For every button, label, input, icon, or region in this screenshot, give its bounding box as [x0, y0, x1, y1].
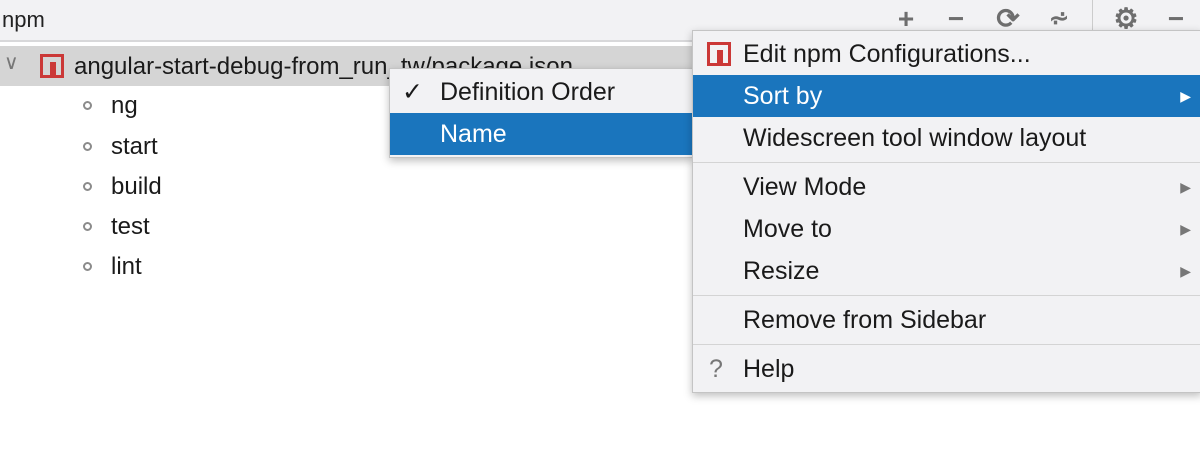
menu-item-widescreen[interactable]: Widescreen tool window layout — [693, 117, 1200, 159]
toolbar-divider — [1092, 0, 1093, 32]
submenu-arrow-icon: ▶ — [1180, 263, 1191, 279]
submenu-arrow-icon: ▶ — [1180, 179, 1191, 195]
menu-item-definition-order[interactable]: ✓ Definition Order — [390, 71, 693, 113]
menu-item-label: Widescreen tool window layout — [743, 124, 1087, 152]
menu-item-label: Sort by — [743, 82, 823, 110]
submenu-arrow-icon: ▶ — [1180, 88, 1191, 104]
script-label: start — [111, 133, 158, 160]
options-menu: Edit npm Configurations... Sort by ▶ Wide… — [692, 30, 1200, 393]
submenu-arrow-icon: ▶ — [1180, 221, 1191, 237]
menu-item-name[interactable]: Name — [390, 113, 693, 155]
npm-icon — [40, 54, 64, 78]
menu-item-sort-by[interactable]: Sort by ▶ — [693, 75, 1200, 117]
menu-item-edit-configurations[interactable]: Edit npm Configurations... — [693, 33, 1200, 75]
script-icon — [83, 101, 92, 110]
menu-item-move-to[interactable]: Move to ▶ — [693, 208, 1200, 250]
menu-separator — [693, 162, 1200, 163]
menu-item-label: Edit npm Configurations... — [743, 40, 1031, 68]
help-icon: ? — [709, 355, 723, 383]
menu-separator — [693, 344, 1200, 345]
chevron-down-icon[interactable]: ∨ — [4, 50, 19, 75]
menu-item-label: Help — [743, 355, 795, 383]
script-icon — [83, 142, 92, 151]
menu-item-view-mode[interactable]: View Mode ▶ — [693, 166, 1200, 208]
menu-item-help[interactable]: ? Help — [693, 348, 1200, 390]
script-icon — [83, 222, 92, 231]
menu-separator — [693, 295, 1200, 296]
script-label: build — [111, 173, 162, 200]
tool-window-title: npm — [2, 7, 45, 32]
menu-item-label: Definition Order — [440, 78, 616, 106]
menu-item-label: Move to — [743, 215, 832, 243]
menu-item-remove-from-sidebar[interactable]: Remove from Sidebar — [693, 299, 1200, 341]
script-label: test — [111, 213, 150, 240]
sort-by-submenu: ✓ Definition Order Name — [389, 68, 694, 158]
menu-item-label: Resize — [743, 257, 820, 285]
script-icon — [83, 262, 92, 271]
menu-item-label: View Mode — [743, 173, 867, 201]
script-label: lint — [111, 253, 142, 280]
menu-item-label: Name — [440, 120, 507, 148]
script-label: ng — [111, 92, 138, 119]
script-icon — [83, 182, 92, 191]
checkmark-icon: ✓ — [402, 78, 423, 106]
menu-item-label: Remove from Sidebar — [743, 306, 987, 334]
menu-item-resize[interactable]: Resize ▶ — [693, 250, 1200, 292]
npm-icon — [707, 42, 731, 66]
